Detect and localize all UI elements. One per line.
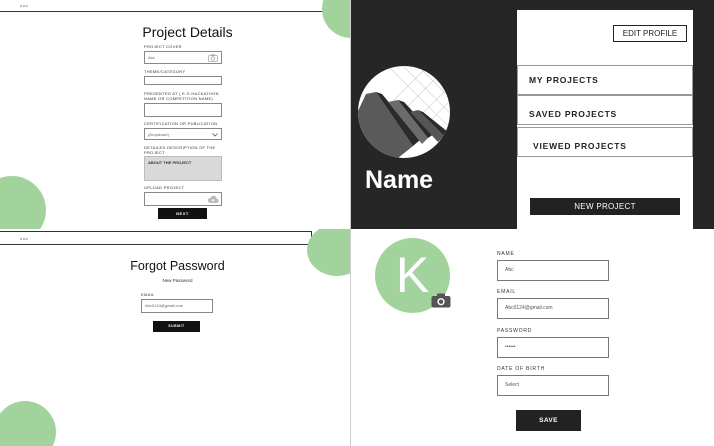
cover-label: PROJECT COVER bbox=[144, 44, 182, 49]
decor-circle bbox=[0, 401, 56, 446]
next-button[interactable]: NEXT bbox=[158, 208, 207, 219]
chevron-down-icon bbox=[212, 133, 218, 137]
decor-circle bbox=[322, 0, 350, 38]
theme-label: THEME/CATEGORY bbox=[144, 69, 186, 74]
description-label: DETAILED DESCRIPTION OF THE PROJECT bbox=[144, 145, 216, 155]
menu-item-viewed-projects[interactable]: VIEWED PROJECTS bbox=[517, 127, 693, 157]
top-nav-bar: ooo bbox=[0, 231, 312, 245]
password-label: PASSWORD bbox=[497, 328, 533, 334]
camera-icon[interactable] bbox=[431, 293, 451, 308]
theme-input[interactable] bbox=[144, 76, 222, 85]
menu-item-saved-projects[interactable]: SAVED PROJECTS bbox=[517, 95, 693, 125]
submit-button[interactable]: SUBMIT bbox=[153, 321, 200, 332]
project-details-screen: ooo Project Details PROJECT COVER Abc TH… bbox=[0, 0, 351, 229]
page-title: Forgot Password bbox=[130, 259, 225, 273]
upload-input[interactable] bbox=[144, 192, 222, 206]
name-field[interactable]: Abc bbox=[497, 260, 609, 281]
save-button[interactable]: SAVE bbox=[516, 410, 581, 431]
description-textarea[interactable]: ABOUT THE PROJECT bbox=[144, 156, 222, 181]
menu-item-my-projects[interactable]: MY PROJECTS bbox=[517, 65, 693, 95]
project-cover-input[interactable]: Abc bbox=[144, 51, 222, 64]
dob-label: DATE OF BIRTH bbox=[497, 366, 545, 372]
edit-profile-screen: K NAME Abc EMAIL Abc0124@gmail.com PASSW… bbox=[351, 229, 714, 446]
app-logo[interactable]: ooo bbox=[20, 3, 28, 8]
upload-label: UPLOAD PROJECT bbox=[144, 185, 185, 190]
app-logo[interactable]: ooo bbox=[20, 236, 28, 241]
name-label: NAME bbox=[497, 251, 515, 257]
page-subtitle: New Password bbox=[162, 278, 193, 283]
password-field[interactable]: •••••• bbox=[497, 337, 609, 358]
profile-dashboard-screen: Name EDIT PROFILE MY PROJECTS SAVED PROJ… bbox=[351, 0, 714, 229]
cover-value: Abc bbox=[148, 55, 155, 60]
camera-icon[interactable] bbox=[208, 54, 218, 62]
certification-select[interactable]: (Dropdown) bbox=[144, 128, 222, 140]
cert-label: CERTIFICATION OR PUBLICATION bbox=[144, 121, 218, 126]
profile-name: Name bbox=[365, 166, 434, 194]
email-label: EMAIL bbox=[141, 292, 155, 297]
profile-menu-card: EDIT PROFILE MY PROJECTS SAVED PROJECTS … bbox=[517, 10, 693, 229]
cert-value: (Dropdown) bbox=[148, 132, 169, 137]
top-nav-bar: ooo bbox=[0, 0, 350, 12]
email-label: EMAIL bbox=[497, 289, 517, 295]
dob-select[interactable]: Select bbox=[497, 375, 609, 396]
page-title: Project Details bbox=[142, 24, 233, 40]
email-field[interactable]: Abc0124@gmail.com bbox=[497, 298, 609, 319]
decor-circle bbox=[0, 176, 46, 229]
project-thumbnail-icon bbox=[358, 66, 450, 158]
new-project-button[interactable]: NEW PROJECT bbox=[530, 198, 680, 215]
upload-cloud-icon[interactable] bbox=[207, 195, 219, 204]
email-input[interactable]: Abc0124@gmail.com bbox=[141, 299, 213, 313]
forgot-password-screen: ooo Forgot Password New Password EMAIL A… bbox=[0, 229, 351, 446]
edit-profile-button[interactable]: EDIT PROFILE bbox=[613, 25, 687, 42]
presented-label: PRESENTED AT ( E.G HACKATHON NAME OR COM… bbox=[144, 91, 219, 101]
presented-input[interactable] bbox=[144, 103, 222, 117]
decor-circle bbox=[307, 229, 350, 276]
screens-collage: ooo Project Details PROJECT COVER Abc TH… bbox=[0, 0, 714, 446]
project-thumbnail[interactable] bbox=[358, 66, 450, 158]
